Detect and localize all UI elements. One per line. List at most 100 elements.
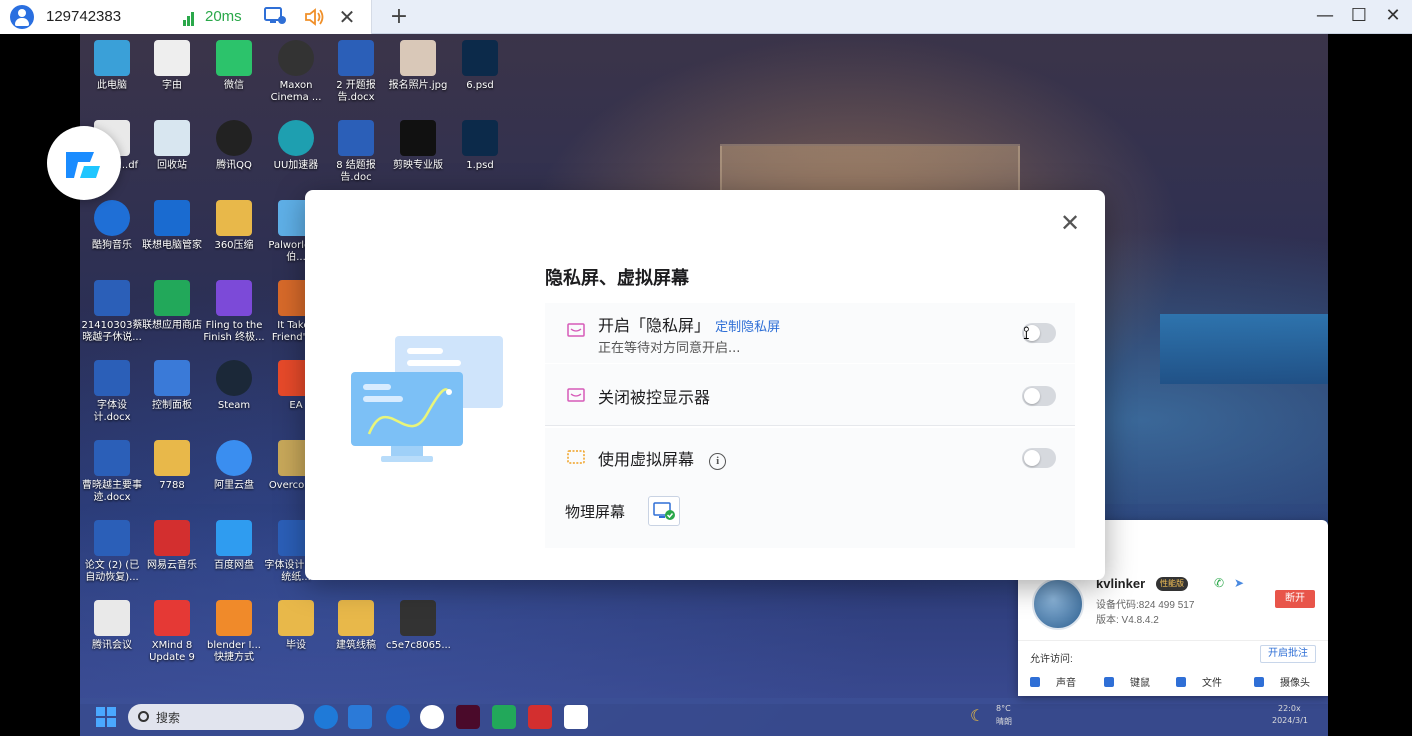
desktop-icon[interactable]: 曹晓越主要事迹.docx [80, 440, 144, 504]
qq-icon [216, 120, 252, 156]
dialog-title: 隐私屏、虚拟屏幕 [545, 268, 689, 289]
desktop-icon[interactable]: 联想电脑管家 [140, 200, 204, 252]
device-version: 版本: V4.8.4.2 [1096, 615, 1159, 626]
desktop-icon[interactable]: 8 结题报告.doc [324, 120, 388, 184]
call-icon[interactable]: ✆ [1214, 576, 1224, 590]
desktop-icon[interactable]: 建筑线稿 [324, 600, 388, 652]
permission-sound[interactable]: 声音 [1030, 674, 1076, 689]
windows-start-icon[interactable] [96, 707, 116, 727]
turn-off-monitor-row: 关闭被控显示器 [545, 364, 1075, 426]
edge-ai-icon[interactable] [348, 705, 372, 729]
desktop-icon[interactable]: UU加速器 [264, 120, 328, 172]
desktop-icon[interactable]: 360压缩 [202, 200, 266, 252]
desktop-icon[interactable]: c5e7c8065... [386, 600, 451, 652]
app-store-icon [154, 280, 190, 316]
desktop-icon[interactable]: 字体设计.docx [80, 360, 144, 424]
maximize-button[interactable]: ☐ [1346, 4, 1372, 28]
desktop-icon[interactable]: 21410303蔡晓越子休说... [80, 280, 144, 344]
physical-screen-button[interactable] [648, 496, 680, 526]
app-store-taskbar-icon[interactable] [492, 705, 516, 729]
monitor-settings-icon[interactable] [264, 7, 286, 25]
app-logo-icon [66, 152, 100, 178]
desktop-icon[interactable]: 2 开题报告.docx [324, 40, 388, 104]
custom-privacy-link[interactable]: 定制隐私屏 [715, 320, 780, 335]
permission-camera[interactable]: 摄像头 [1254, 674, 1310, 689]
device-code: 设备代码:824 499 517 [1096, 600, 1195, 611]
checkbox-checked-icon [1030, 677, 1040, 687]
word-doc-icon [94, 360, 130, 396]
taskbar-search[interactable]: 搜索 [128, 704, 304, 730]
desktop-icon[interactable]: 酷狗音乐 [80, 200, 144, 252]
desktop-icon-label: Maxon Cinema ... [270, 80, 322, 103]
netease-music-icon [154, 520, 190, 556]
disconnect-button[interactable]: 断开 [1275, 590, 1315, 608]
clock-date: 2024/3/1 [1272, 716, 1308, 725]
performance-badge: 性能版 [1156, 577, 1188, 591]
permission-files[interactable]: 文件 [1176, 674, 1222, 689]
desktop-icon-label: 8 结题报告.doc [336, 160, 376, 183]
desktop-icon-label: 建筑线稿 [336, 640, 376, 651]
turn-off-monitor-label: 关闭被控显示器 [598, 388, 711, 407]
lenovo-taskbar-icon[interactable] [386, 705, 410, 729]
floating-app-logo[interactable] [47, 126, 121, 200]
desktop-icon[interactable]: 联想应用商店 [140, 280, 204, 332]
desktop-icon[interactable]: 微信 [202, 40, 266, 92]
desktop-icon[interactable]: 此电脑 [80, 40, 144, 92]
word-doc-icon [94, 280, 130, 316]
desktop-icon[interactable]: 1.psd [448, 120, 512, 172]
close-tab-button[interactable]: ✕ [336, 5, 358, 29]
desktop-icon-label: 控制面板 [152, 400, 192, 411]
privacy-status-text: 正在等待对方同意开启... [598, 341, 741, 356]
search-icon [138, 711, 149, 722]
virtual-screen-toggle[interactable] [1022, 448, 1056, 468]
image-file-icon [400, 600, 436, 636]
desktop-icon[interactable]: 字由 [140, 40, 204, 92]
desktop-icon[interactable]: Fling to the Finish 终极... [202, 280, 266, 344]
desktop-icon[interactable]: 百度网盘 [202, 520, 266, 572]
desktop-icon[interactable]: 网易云音乐 [140, 520, 204, 572]
desktop-icon-label: 曹晓越主要事迹.docx [82, 480, 142, 503]
desktop-icon[interactable]: 阿里云盘 [202, 440, 266, 492]
permission-label: 摄像头 [1280, 678, 1310, 689]
desktop-icon[interactable]: 7788 [140, 440, 204, 492]
wps-icon[interactable] [420, 705, 444, 729]
lenovo-manager-icon [154, 200, 190, 236]
pointer-icon[interactable]: ➤ [1234, 576, 1244, 590]
remote-avatar [1032, 578, 1084, 630]
new-tab-button[interactable]: + [388, 4, 410, 30]
weather-moon-icon: ☾ [970, 706, 985, 725]
info-icon[interactable]: i [709, 453, 727, 470]
desktop-icon[interactable]: XMind 8 Update 9 [140, 600, 204, 664]
desktop-icon[interactable]: 腾讯会议 [80, 600, 144, 652]
desktop-icon-label: Fling to the Finish 终极... [203, 320, 265, 343]
wps-office-icon[interactable] [528, 705, 552, 729]
speaker-icon[interactable] [304, 7, 326, 27]
session-tab[interactable]: 129742383 20ms ✕ [0, 0, 372, 34]
annotate-button[interactable]: 开启批注 [1260, 645, 1316, 663]
todesk-taskbar-icon[interactable] [564, 705, 588, 729]
desktop-icon[interactable]: Steam [202, 360, 266, 412]
desktop-icon[interactable]: 报名照片.jpg [386, 40, 450, 92]
close-dialog-button[interactable]: ✕ [1057, 210, 1083, 236]
permission-keyboard-mouse[interactable]: 键鼠 [1104, 674, 1150, 689]
desktop-icon[interactable]: Maxon Cinema ... [264, 40, 328, 104]
checkbox-checked-icon [1104, 677, 1114, 687]
permission-label: 键鼠 [1130, 678, 1150, 689]
game-icon [216, 280, 252, 316]
monitor-check-icon [653, 502, 675, 520]
turn-off-monitor-toggle[interactable] [1022, 386, 1056, 406]
permission-label: 文件 [1202, 678, 1222, 689]
desktop-icon[interactable]: 回收站 [140, 120, 204, 172]
desktop-icon[interactable]: 论文 (2) (已自动恢复)... [80, 520, 144, 584]
desktop-icon[interactable]: 毕设 [264, 600, 328, 652]
minimize-button[interactable]: — [1312, 4, 1338, 28]
indesign-icon[interactable] [456, 705, 480, 729]
desktop-icon[interactable]: 控制面板 [140, 360, 204, 412]
desktop-icon[interactable]: 腾讯QQ [202, 120, 266, 172]
desktop-icon[interactable]: 6.psd [448, 40, 512, 92]
edge-icon[interactable] [314, 705, 338, 729]
close-window-button[interactable]: ✕ [1380, 4, 1406, 28]
desktop-icon[interactable]: blender I... 快捷方式 [202, 600, 266, 664]
weather-temp: 8°C [996, 704, 1011, 713]
desktop-icon[interactable]: 剪映专业版 [386, 120, 450, 172]
